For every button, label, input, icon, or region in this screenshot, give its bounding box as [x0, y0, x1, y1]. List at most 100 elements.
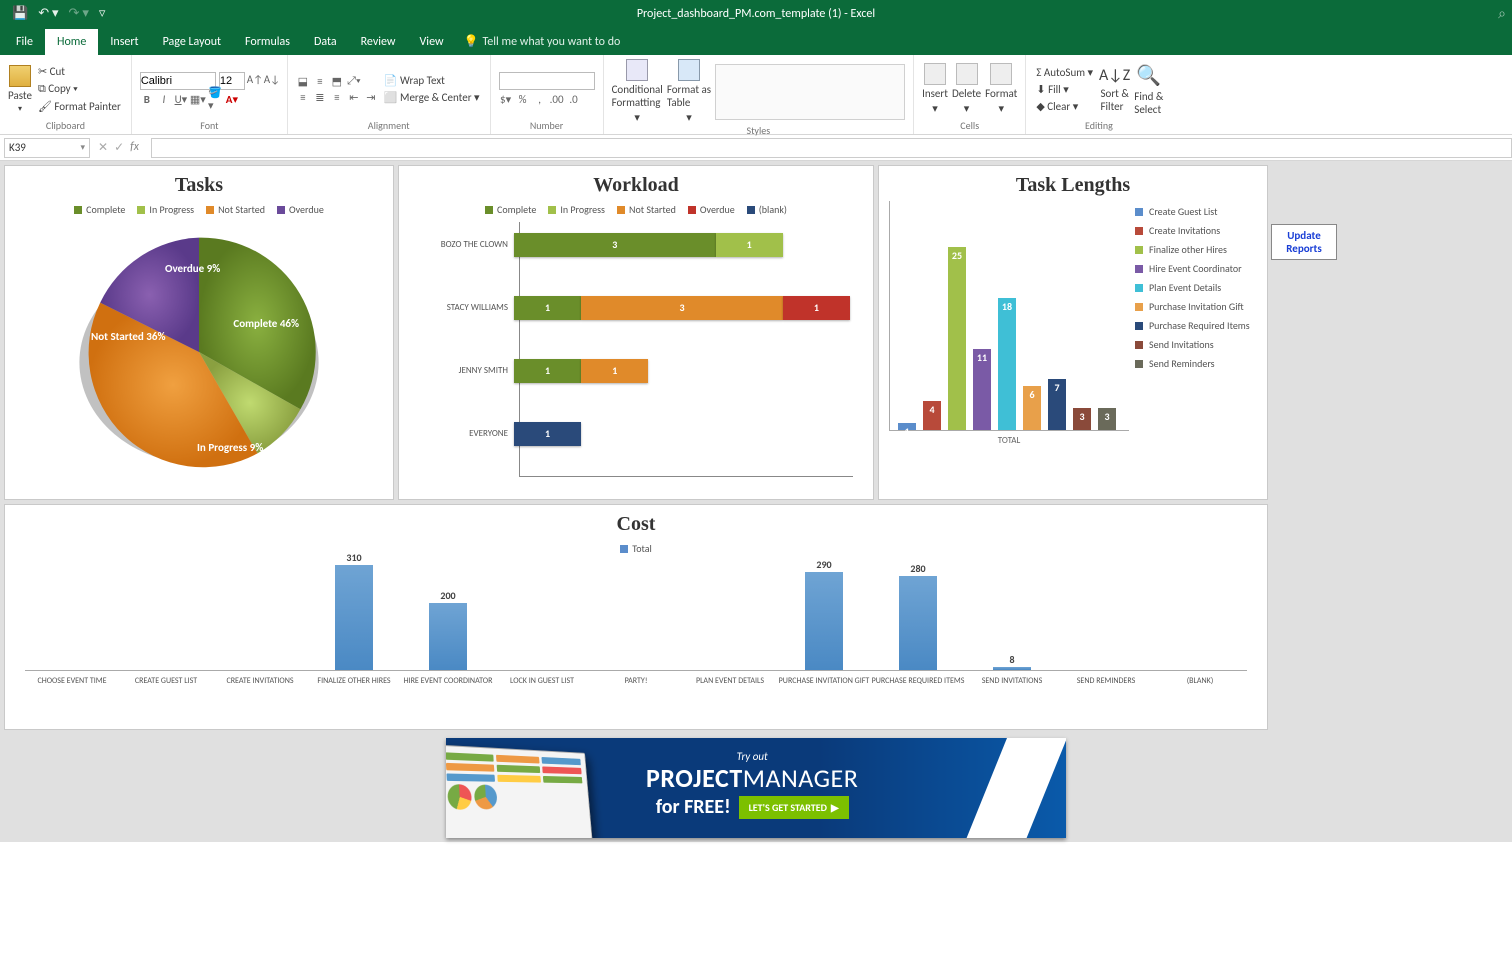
- conditional-formatting-button[interactable]: Conditional Formatting▾: [612, 59, 663, 124]
- orientation-icon[interactable]: ⤢▾: [347, 74, 361, 88]
- pie-label-notstarted: Not Started 36%: [91, 330, 165, 343]
- indent-dec-icon[interactable]: ⇤: [347, 90, 361, 104]
- inc-decimal-icon[interactable]: .00: [550, 92, 564, 106]
- formula-input[interactable]: [151, 138, 1512, 158]
- tab-review[interactable]: Review: [349, 29, 408, 55]
- undo-icon[interactable]: ↶ ▾: [38, 6, 58, 21]
- name-box[interactable]: K39▾: [4, 138, 90, 158]
- chart-title: Workload: [399, 166, 873, 201]
- tell-me[interactable]: 💡Tell me what you want to do: [456, 28, 629, 55]
- italic-button[interactable]: I: [157, 92, 171, 106]
- promo-banner[interactable]: Try out PROJECTMANAGER for FREE! LET'S G…: [446, 738, 1066, 838]
- tab-pagelayout[interactable]: Page Layout: [151, 29, 233, 55]
- formula-bar: K39▾ ✕ ✓ fx: [0, 135, 1512, 161]
- align-right-icon[interactable]: ≡: [330, 90, 344, 104]
- border-button[interactable]: ▦▾: [191, 92, 205, 106]
- lengths-bar: 1: [898, 423, 916, 430]
- workload-row: BOZO THE CLOWN31: [420, 222, 853, 267]
- cf-icon: [626, 59, 648, 81]
- tab-data[interactable]: Data: [302, 29, 349, 55]
- update-reports-button[interactable]: Update Reports: [1271, 224, 1337, 260]
- tab-home[interactable]: Home: [45, 29, 98, 55]
- lengths-chart[interactable]: Task Lengths 142511186733 TOTAL Create G…: [878, 165, 1268, 500]
- workload-row: EVERYONE1: [420, 411, 853, 456]
- insert-icon: [924, 63, 946, 85]
- lengths-bar: 11: [973, 349, 991, 430]
- lengths-bar: 6: [1023, 386, 1041, 430]
- dec-decimal-icon[interactable]: .0: [567, 92, 581, 106]
- tasks-legend: Complete In Progress Not Started Overdue: [5, 201, 393, 222]
- titlebar: 💾 ↶ ▾ ↷ ▾ ▿ Project_dashboard_PM.com_tem…: [0, 0, 1512, 27]
- align-left-icon[interactable]: ≡: [296, 90, 310, 104]
- bold-button[interactable]: B: [140, 92, 154, 106]
- cost-chart[interactable]: Cost Total 3102002902808 CHOOSE EVENT TI…: [4, 504, 1268, 730]
- paste-button[interactable]: Paste▾: [8, 65, 32, 114]
- find-select-button[interactable]: 🔍Find & Select: [1134, 63, 1163, 116]
- align-center-icon[interactable]: ≣: [313, 90, 327, 104]
- format-painter-button[interactable]: 🖌 Format Painter: [36, 99, 123, 114]
- font-size-select[interactable]: [219, 72, 245, 90]
- align-bottom-icon[interactable]: ⬒: [330, 74, 344, 88]
- format-icon: [990, 63, 1012, 85]
- tasks-chart[interactable]: Tasks Complete In Progress Not Started O…: [4, 165, 394, 500]
- percent-icon[interactable]: %: [516, 92, 530, 106]
- window-help-icon[interactable]: ⌕: [1498, 5, 1506, 22]
- number-format-select[interactable]: [499, 72, 595, 90]
- font-name-select[interactable]: [140, 72, 216, 90]
- workload-plot: BOZO THE CLOWN31STACY WILLIAMS131JENNY S…: [399, 222, 873, 487]
- fx-cancel-icon[interactable]: ✕: [98, 140, 108, 155]
- lengths-bar: 3: [1073, 408, 1091, 430]
- comma-icon[interactable]: ,: [533, 92, 547, 106]
- increase-font-icon[interactable]: A↑: [248, 72, 262, 86]
- pie-label-complete: Complete 46%: [233, 317, 299, 330]
- align-middle-icon[interactable]: ≡: [313, 74, 327, 88]
- decrease-font-icon[interactable]: A↓: [265, 72, 279, 86]
- underline-button[interactable]: U▾: [174, 92, 188, 106]
- tab-formulas[interactable]: Formulas: [233, 29, 302, 55]
- paste-icon: [9, 65, 31, 87]
- group-clipboard: Paste▾ ✂ Cut ⧉ Copy ▾ 🖌 Format Painter C…: [0, 55, 132, 134]
- clear-button[interactable]: ◆ Clear ▾: [1034, 99, 1095, 114]
- wrap-text-button[interactable]: 📄 Wrap Text: [382, 73, 482, 88]
- group-styles: Conditional Formatting▾ Format as Table▾…: [604, 55, 915, 134]
- chart-title: Tasks: [5, 166, 393, 201]
- lengths-legend: Create Guest ListCreate InvitationsFinal…: [1129, 201, 1261, 446]
- currency-icon[interactable]: $▾: [499, 92, 513, 106]
- fx-enter-icon[interactable]: ✓: [114, 140, 124, 155]
- cut-button[interactable]: ✂ Cut: [36, 64, 123, 79]
- workload-row: JENNY SMITH11: [420, 348, 853, 393]
- copy-button[interactable]: ⧉ Copy ▾: [36, 81, 123, 97]
- fill-button[interactable]: ⬇ Fill ▾: [1034, 82, 1095, 97]
- tab-file[interactable]: File: [4, 29, 45, 55]
- align-top-icon[interactable]: ⬓: [296, 74, 310, 88]
- cell-styles-gallery[interactable]: [715, 64, 905, 120]
- fx-icon[interactable]: fx: [130, 140, 139, 155]
- merge-center-button[interactable]: ⬜ Merge & Center ▾: [382, 90, 482, 105]
- format-cells-button[interactable]: Format▾: [985, 63, 1017, 115]
- pie-label-overdue: Overdue 9%: [165, 262, 220, 275]
- font-color-button[interactable]: A▾: [225, 92, 239, 106]
- workload-chart[interactable]: Workload Complete In Progress Not Starte…: [398, 165, 874, 500]
- qat-customize-icon[interactable]: ▿: [99, 6, 106, 21]
- lengths-plot: 142511186733: [889, 201, 1129, 431]
- lengths-bar: 3: [1098, 408, 1116, 430]
- find-icon: 🔍: [1136, 63, 1161, 88]
- pie-plot: Complete 46% In Progress 9% Not Started …: [69, 222, 329, 482]
- autosum-button[interactable]: Σ AutoSum ▾: [1034, 65, 1095, 80]
- delete-cells-button[interactable]: Delete▾: [952, 63, 981, 115]
- tab-insert[interactable]: Insert: [98, 29, 150, 55]
- save-icon[interactable]: 💾: [12, 6, 28, 21]
- tab-view[interactable]: View: [408, 29, 456, 55]
- group-editing: Σ AutoSum ▾ ⬇ Fill ▾ ◆ Clear ▾ A↓ZSort &…: [1026, 55, 1171, 134]
- cta-button[interactable]: LET'S GET STARTED ▶: [739, 796, 849, 819]
- insert-cells-button[interactable]: Insert▾: [922, 63, 948, 115]
- sort-filter-button[interactable]: A↓ZSort & Filter: [1099, 66, 1130, 113]
- indent-inc-icon[interactable]: ⇥: [364, 90, 378, 104]
- fill-color-button[interactable]: 🪣▾: [208, 92, 222, 106]
- banner-screenshot: [446, 745, 593, 838]
- group-number: $▾ % , .00 .0 Number: [491, 55, 604, 134]
- redo-icon[interactable]: ↷ ▾: [69, 6, 89, 21]
- window-title: Project_dashboard_PM.com_template (1) - …: [637, 7, 875, 21]
- worksheet[interactable]: Tasks Complete In Progress Not Started O…: [0, 161, 1512, 842]
- format-as-table-button[interactable]: Format as Table▾: [667, 59, 711, 124]
